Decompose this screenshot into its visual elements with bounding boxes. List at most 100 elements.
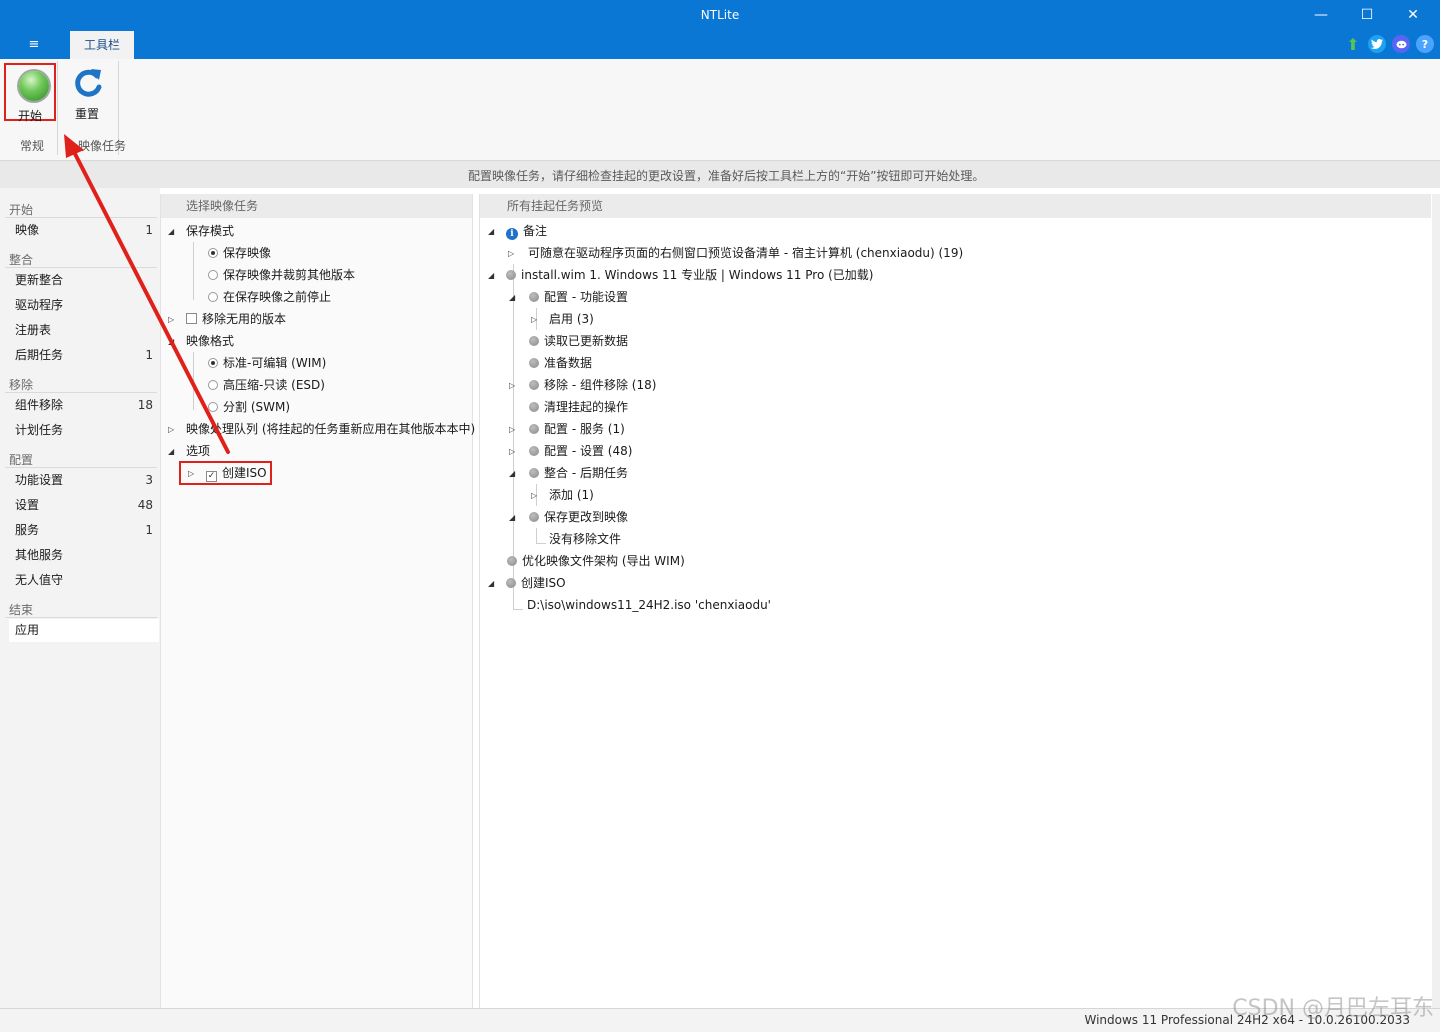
nav-item-unattended[interactable]: 无人值守	[9, 569, 159, 592]
menu-icon[interactable]: ≡	[20, 34, 48, 56]
tree-node-notes-child[interactable]: ▷ 可随意在驱动程序页面的右侧窗口预览设备清单 - 宿主计算机 (chenxiao…	[508, 242, 963, 264]
radio-label: 保存映像	[223, 246, 272, 260]
tree-node-prepare-data[interactable]: 准备数据	[529, 352, 592, 374]
tree-node-add[interactable]: ▷ 添加 (1)	[531, 484, 594, 506]
nav-item-image[interactable]: 映像 1	[9, 219, 159, 242]
tree-node-enable[interactable]: ▷ 启用 (3)	[531, 308, 594, 330]
radio-icon[interactable]	[208, 380, 218, 390]
nav-item-apply[interactable]: 应用	[9, 619, 159, 642]
green-orb-icon	[19, 71, 49, 101]
tree-node-optimize[interactable]: 优化映像文件架构 (导出 WIM)	[507, 550, 685, 572]
nav-item-components[interactable]: 组件移除 18	[9, 394, 159, 417]
nav-item-label: 应用	[15, 623, 40, 637]
tree-node-integrate-post[interactable]: ◢ 整合 - 后期任务	[509, 462, 628, 484]
expand-caret-icon[interactable]: ▷	[168, 419, 174, 441]
nav-item-other-services[interactable]: 其他服务	[9, 544, 159, 567]
tree-node-notes[interactable]: ◢ i 备注	[488, 220, 547, 242]
nav-item-count: 3	[145, 473, 153, 487]
tree-guide	[536, 528, 537, 543]
tree-node-cfg-services[interactable]: ▷ 配置 - 服务 (1)	[509, 418, 625, 440]
collapse-caret-icon[interactable]: ◢	[488, 221, 494, 243]
image-task-panel: 选择映像任务 ◢ 保存模式 保存映像 保存映像并裁剪其他版本 在保存映像之前停止 …	[160, 194, 475, 1008]
checkbox-icon[interactable]	[186, 313, 197, 324]
collapse-caret-icon[interactable]: ◢	[488, 573, 494, 595]
expand-caret-icon[interactable]: ▷	[509, 441, 515, 463]
nav-category-start: 开始	[9, 203, 34, 217]
radio-label: 分割 (SWM)	[223, 400, 291, 414]
tree-node-label: 配置 - 设置 (48)	[544, 444, 633, 458]
collapse-caret-icon[interactable]: ◢	[488, 265, 494, 287]
tree-node-save-changes[interactable]: ◢ 保存更改到映像	[509, 506, 628, 528]
radio-save-image[interactable]: 保存映像	[208, 242, 271, 264]
tree-node-label: 清理挂起的操作	[544, 400, 629, 414]
collapse-caret-icon[interactable]: ◢	[509, 287, 515, 309]
collapse-caret-icon[interactable]: ◢	[509, 507, 515, 529]
tree-node-image-format[interactable]: ◢ 映像格式	[168, 330, 234, 352]
collapse-caret-icon[interactable]: ◢	[168, 221, 174, 243]
close-button[interactable]: ✕	[1390, 0, 1436, 30]
tree-node-remove-components[interactable]: ▷ 移除 - 组件移除 (18)	[509, 374, 656, 396]
nav-category-configure: 配置	[9, 453, 34, 467]
radio-format-esd[interactable]: 高压缩-只读 (ESD)	[208, 374, 325, 396]
tab-toolbar[interactable]: 工具栏	[70, 31, 134, 59]
nav-item-features[interactable]: 功能设置 3	[9, 469, 159, 492]
tree-node-read-updates[interactable]: 读取已更新数据	[529, 330, 628, 352]
radio-format-wim[interactable]: 标准-可编辑 (WIM)	[208, 352, 326, 374]
tree-node-label: 配置 - 功能设置	[544, 290, 628, 304]
maximize-button[interactable]: ☐	[1344, 0, 1390, 30]
expand-caret-icon[interactable]: ▷	[509, 419, 515, 441]
twitter-icon[interactable]	[1368, 35, 1386, 53]
nav-item-post-tasks[interactable]: 后期任务 1	[9, 344, 159, 367]
tree-node-label: 准备数据	[544, 356, 593, 370]
collapse-caret-icon[interactable]: ◢	[168, 331, 174, 353]
vertical-scrollbar[interactable]	[1432, 194, 1440, 1008]
collapse-caret-icon[interactable]: ◢	[168, 441, 174, 463]
nav-item-settings[interactable]: 设置 48	[9, 494, 159, 517]
nav-item-updates[interactable]: 更新整合	[9, 269, 159, 292]
tree-node-remove-unused[interactable]: ▷ 移除无用的版本	[168, 308, 286, 330]
radio-icon[interactable]	[208, 270, 218, 280]
expand-caret-icon[interactable]: ▷	[508, 243, 514, 265]
tree-node-cfg-settings[interactable]: ▷ 配置 - 设置 (48)	[509, 440, 632, 462]
left-navigation: 开始 映像 1 整合 更新整合 驱动程序 注册表 后期任务 1 移除 组件移除 18 …	[0, 188, 160, 1008]
tree-node-options[interactable]: ◢ 选项	[168, 440, 210, 462]
radio-icon[interactable]	[208, 248, 218, 258]
radio-format-swm[interactable]: 分割 (SWM)	[208, 396, 290, 418]
panel-header: 选择映像任务	[161, 194, 472, 218]
group-label-normal: 常规	[20, 139, 45, 153]
collapse-caret-icon[interactable]: ◢	[509, 463, 515, 485]
tree-node-label: 选项	[186, 444, 211, 458]
tree-node-install-wim[interactable]: ◢ install.wim 1. Windows 11 专业版 | Windows…	[488, 264, 873, 286]
tree-node-cleanup[interactable]: 清理挂起的操作	[529, 396, 628, 418]
help-icon[interactable]: ?	[1416, 35, 1434, 53]
top-right-icons: ⬆ ?	[1344, 35, 1434, 54]
window-title: NTLite	[700, 8, 740, 22]
nav-item-registry[interactable]: 注册表	[9, 319, 159, 342]
tree-node-cfg-features[interactable]: ◢ 配置 - 功能设置	[509, 286, 628, 308]
tree-node-save-mode[interactable]: ◢ 保存模式	[168, 220, 234, 242]
nav-item-count: 18	[137, 398, 153, 412]
radio-icon[interactable]	[208, 292, 218, 302]
radio-save-trim[interactable]: 保存映像并裁剪其他版本	[208, 264, 355, 286]
expand-caret-icon[interactable]: ▷	[531, 485, 537, 507]
expand-caret-icon[interactable]: ▷	[168, 309, 174, 331]
reset-button[interactable]: 重置	[61, 63, 113, 121]
nav-item-scheduled-tasks[interactable]: 计划任务	[9, 419, 159, 442]
minimize-button[interactable]: —	[1298, 0, 1344, 30]
nav-item-drivers[interactable]: 驱动程序	[9, 294, 159, 317]
tree-node-label: 优化映像文件架构 (导出 WIM)	[522, 554, 685, 568]
discord-icon[interactable]	[1392, 35, 1410, 53]
tree-node-queue[interactable]: ▷ 映像处理队列 (将挂起的任务重新应用在其他版本本中)	[168, 418, 475, 440]
nav-item-services[interactable]: 服务 1	[9, 519, 159, 542]
tree-node-create-iso[interactable]: ◢ 创建ISO	[488, 572, 566, 594]
status-dot-icon	[529, 512, 539, 522]
refresh-icon	[75, 69, 102, 97]
expand-caret-icon[interactable]: ▷	[509, 375, 515, 397]
radio-stop-before-save[interactable]: 在保存映像之前停止	[208, 286, 331, 308]
radio-icon[interactable]	[208, 402, 218, 412]
update-arrow-icon[interactable]: ⬆	[1344, 35, 1362, 54]
expand-caret-icon[interactable]: ▷	[531, 309, 537, 331]
start-button[interactable]: 开始	[4, 63, 56, 123]
radio-icon[interactable]	[208, 358, 218, 368]
group-label-image-task: 映像任务	[78, 139, 127, 153]
